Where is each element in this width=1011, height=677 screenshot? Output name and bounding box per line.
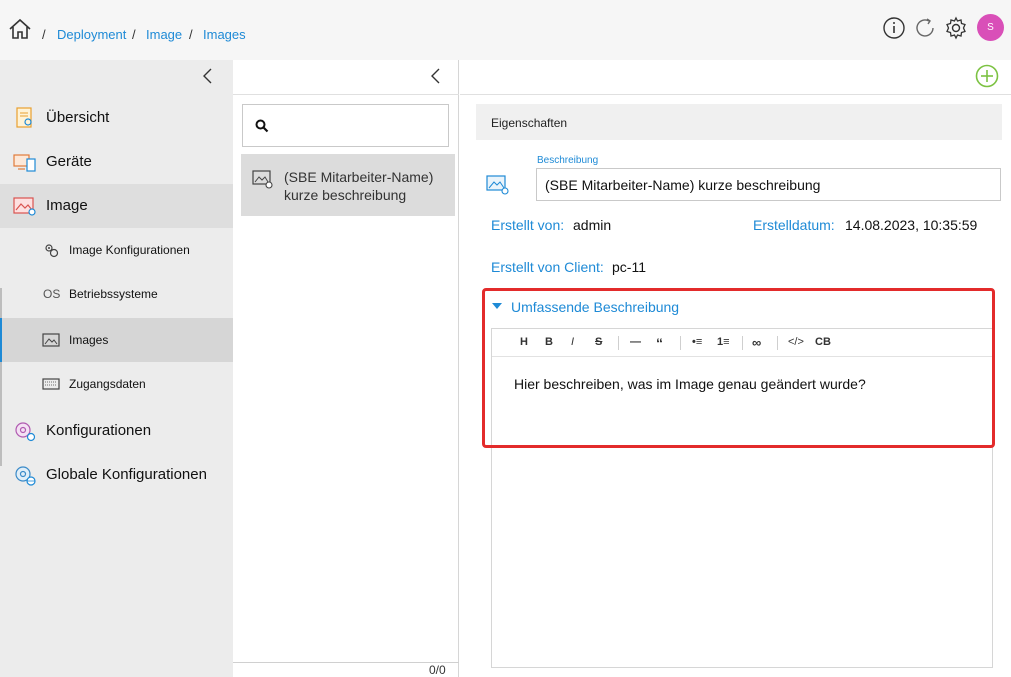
list-item-label: (SBE Mitarbeiter-Name) kurze beschreibun… [284,169,434,203]
divider [460,94,1011,95]
sidebar-subitem-image-configurations[interactable]: Image Konfigurationen [0,228,233,272]
configurations-icon [15,422,36,442]
user-avatar[interactable]: S [977,14,1004,41]
list-item[interactable]: (SBE Mitarbeiter-Name) kurze beschreibun… [241,154,455,216]
created-date-value: 14.08.2023, 10:35:59 [845,217,978,233]
sidebar-subitem-label: Betriebssysteme [69,287,158,301]
overview-icon [16,107,32,128]
sidebar-subitem-label: Zugangsdaten [69,377,146,391]
collapse-sidebar-icon[interactable] [200,68,216,84]
os-icon: OS [43,287,61,301]
image-list-panel: (SBE Mitarbeiter-Name) kurze beschreibun… [233,60,459,677]
sidebar-item-configurations[interactable]: Konfigurationen [0,409,233,453]
sidebar-subitem-label: Image Konfigurationen [69,243,190,257]
breadcrumb-separator: / [189,27,193,42]
created-client-label: Erstellt von Client: [491,259,604,275]
breadcrumb-image[interactable]: Image [146,27,182,42]
sidebar-subitem-images[interactable]: Images [0,318,233,362]
breadcrumb-deployment[interactable]: Deployment [57,27,126,42]
sidebar-subitem-label: Images [69,333,109,347]
collapse-list-icon[interactable] [428,68,444,84]
breadcrumb-separator: / [132,27,136,42]
search-input[interactable] [242,104,449,147]
refresh-icon[interactable] [913,16,937,40]
properties-title: Eigenschaften [491,116,568,130]
global-configurations-icon [15,466,36,486]
created-date-label: Erstelldatum: [753,217,835,233]
created-client-value: pc-11 [612,259,646,275]
sidebar-subitem-operating-systems[interactable]: OS Betriebssysteme [0,272,233,316]
sidebar-item-label: Image [46,197,88,214]
sidebar-subitem-credentials[interactable]: Zugangsdaten [0,362,233,406]
sidebar-item-label: Geräte [46,153,92,170]
sidebar-item-label: Globale Konfigurationen [46,466,207,483]
top-header: / Deployment / Image / Images S [0,0,1011,60]
image-item-icon [252,170,273,189]
sidebar-item-label: Konfigurationen [46,422,152,439]
list-counter: 0/0 [429,663,446,677]
divider [233,662,459,663]
description-label: Beschreibung [537,155,599,166]
sidebar-item-overview[interactable]: Übersicht [0,96,233,140]
divider [233,94,459,95]
sidebar-item-global-configurations[interactable]: Globale Konfigurationen [0,453,233,497]
description-input[interactable] [536,168,1001,201]
home-icon[interactable] [8,17,32,41]
sidebar-item-image[interactable]: Image [0,184,233,228]
credentials-icon [42,378,60,390]
sidebar-item-label: Übersicht [46,109,110,126]
breadcrumb-images[interactable]: Images [203,27,246,42]
info-icon[interactable] [882,16,906,40]
settings-icon[interactable] [944,16,968,40]
image-description-icon [486,175,509,195]
add-icon[interactable] [975,64,999,88]
sidebar: Übersicht Geräte Image Image Konfigurati… [0,60,233,677]
active-indicator [0,318,2,362]
devices-icon [13,154,36,172]
image-icon [13,197,36,216]
breadcrumb-separator: / [42,27,46,42]
image-config-icon [45,244,59,258]
properties-header: Eigenschaften [476,104,1002,140]
highlight-box [482,288,995,448]
created-by-value: admin [573,217,612,233]
sidebar-item-devices[interactable]: Geräte [0,140,233,184]
search-icon [255,119,269,133]
created-by-label: Erstellt von: [491,217,565,233]
images-icon [42,333,60,347]
